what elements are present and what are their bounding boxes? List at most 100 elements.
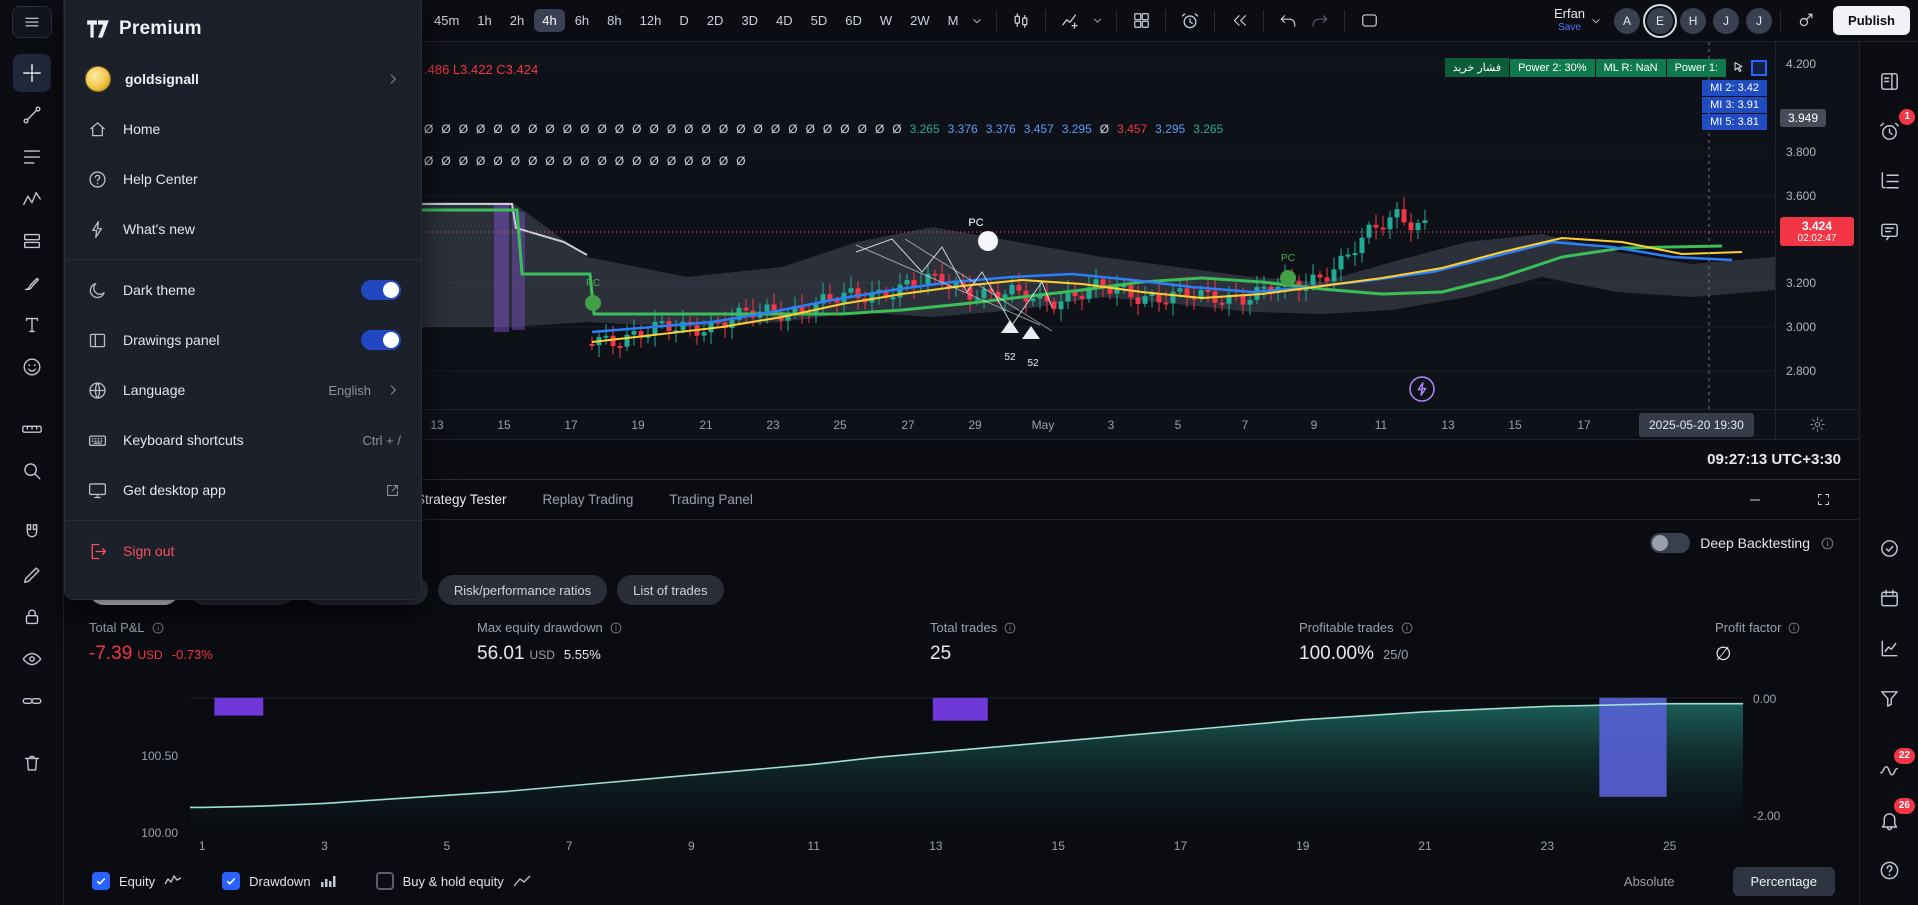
menu-item-drawings-panel[interactable]: Drawings panel bbox=[65, 315, 421, 365]
create-alert-button[interactable] bbox=[1174, 5, 1206, 37]
timeframe-1h[interactable]: 1h bbox=[469, 9, 499, 32]
chart-style-button[interactable] bbox=[1005, 5, 1037, 37]
panel-minimize-button[interactable] bbox=[1739, 484, 1771, 516]
eye-tool[interactable] bbox=[13, 640, 51, 678]
info-icon[interactable] bbox=[151, 621, 165, 635]
info-icon[interactable] bbox=[1003, 621, 1017, 635]
avatar-j-3[interactable]: J bbox=[1713, 8, 1739, 34]
bar-replay-button[interactable] bbox=[1223, 5, 1255, 37]
menu-item-sign-out[interactable]: Sign out bbox=[65, 526, 421, 576]
brush-tool[interactable] bbox=[13, 264, 51, 302]
timeframe-M[interactable]: M bbox=[940, 9, 967, 32]
timeframe-6D[interactable]: 6D bbox=[837, 9, 870, 32]
minds-button[interactable]: 22 bbox=[1870, 751, 1908, 789]
explore-ideas-button[interactable] bbox=[1789, 5, 1821, 37]
drawdown-checkbox[interactable]: Drawdown bbox=[222, 872, 335, 890]
timeframe-expand-button[interactable] bbox=[966, 5, 988, 37]
indicators-templates-button[interactable] bbox=[1086, 5, 1108, 37]
main-menu-button[interactable] bbox=[12, 6, 52, 38]
drawings-panel-toggle[interactable] bbox=[361, 330, 401, 350]
screener-button[interactable] bbox=[1870, 679, 1908, 717]
crosshair-tool[interactable] bbox=[13, 54, 51, 92]
timeframe-3D[interactable]: 3D bbox=[733, 9, 766, 32]
record-circle-button[interactable] bbox=[1870, 529, 1908, 567]
ruler-tool[interactable] bbox=[13, 410, 51, 448]
menu-item-language[interactable]: LanguageEnglish bbox=[65, 365, 421, 415]
help-button[interactable] bbox=[1870, 851, 1908, 889]
price-scale[interactable]: 3.424 02:02:47 4.2003.9493.8003.6003.200… bbox=[1775, 42, 1859, 409]
user-menu-button[interactable]: Erfan Save bbox=[1554, 7, 1585, 33]
trend-line-tool[interactable] bbox=[13, 96, 51, 134]
report-tab-list-of-trades[interactable]: List of trades bbox=[617, 575, 723, 605]
fib-lines-tool[interactable] bbox=[13, 138, 51, 176]
trash-tool[interactable] bbox=[13, 744, 51, 782]
menu-item-home[interactable]: Home bbox=[65, 104, 421, 154]
absolute-button[interactable]: Absolute bbox=[1624, 874, 1675, 889]
object-tree-button[interactable] bbox=[1870, 162, 1908, 200]
avatar-j-4[interactable]: J bbox=[1746, 8, 1772, 34]
timeframe-4D[interactable]: 4D bbox=[768, 9, 801, 32]
info-icon[interactable] bbox=[1787, 621, 1801, 635]
menu-item-what-s-new[interactable]: What's new bbox=[65, 204, 421, 254]
panel-maximize-button[interactable] bbox=[1807, 484, 1839, 516]
lock-tool[interactable] bbox=[13, 598, 51, 636]
alarm-button[interactable]: 1 bbox=[1870, 112, 1908, 150]
position-tool[interactable] bbox=[13, 222, 51, 260]
avatar-h-2[interactable]: H bbox=[1680, 8, 1706, 34]
indicators-button[interactable] bbox=[1054, 5, 1086, 37]
menu-item-get-desktop-app[interactable]: Get desktop app bbox=[65, 465, 421, 515]
deep-backtesting-toggle[interactable] bbox=[1650, 533, 1690, 553]
snapshot-button[interactable] bbox=[1353, 5, 1385, 37]
info-icon[interactable] bbox=[609, 621, 623, 635]
timeframe-2h[interactable]: 2h bbox=[502, 9, 532, 32]
report-tab-risk-performance-ratios[interactable]: Risk/performance ratios bbox=[438, 575, 607, 605]
menu-item-help-center[interactable]: Help Center bbox=[65, 154, 421, 204]
tab-trading-panel[interactable]: Trading Panel bbox=[669, 492, 753, 507]
notes-button[interactable] bbox=[1870, 212, 1908, 250]
zoom-tool[interactable] bbox=[13, 452, 51, 490]
pencil-tool[interactable] bbox=[13, 556, 51, 594]
pine-button[interactable] bbox=[1870, 629, 1908, 667]
info-icon[interactable] bbox=[1820, 536, 1835, 551]
time-tick: 15 bbox=[1508, 418, 1521, 432]
undo-button[interactable] bbox=[1272, 5, 1304, 37]
timeframe-6h[interactable]: 6h bbox=[567, 9, 597, 32]
bell-button[interactable]: 26 bbox=[1870, 801, 1908, 839]
equity-chart[interactable] bbox=[190, 688, 1743, 835]
menu-item-keyboard-shortcuts[interactable]: Keyboard shortcutsCtrl + / bbox=[65, 415, 421, 465]
pattern-tool[interactable] bbox=[13, 180, 51, 218]
redo-button[interactable] bbox=[1304, 5, 1336, 37]
percentage-button[interactable]: Percentage bbox=[1733, 867, 1836, 896]
layout-button[interactable] bbox=[1125, 5, 1157, 37]
tab-strategy-tester[interactable]: Strategy Tester bbox=[416, 492, 507, 507]
timeframe-8h[interactable]: 8h bbox=[599, 9, 629, 32]
account-menu-item[interactable]: goldsignall bbox=[65, 54, 421, 104]
timeframe-W[interactable]: W bbox=[872, 9, 900, 32]
user-menu-chevron[interactable] bbox=[1585, 5, 1607, 37]
link-tool[interactable] bbox=[13, 682, 51, 720]
magnet-tool[interactable] bbox=[13, 514, 51, 552]
avatar-e-1[interactable]: E bbox=[1647, 8, 1673, 34]
info-icon[interactable] bbox=[1400, 621, 1414, 635]
chart-settings-button[interactable] bbox=[1775, 410, 1859, 439]
menu-item-dark-theme[interactable]: Dark theme bbox=[65, 265, 421, 315]
selection-box-icon[interactable] bbox=[1751, 60, 1767, 76]
publish-button[interactable]: Publish bbox=[1833, 6, 1910, 35]
timeframe-4h[interactable]: 4h bbox=[534, 9, 564, 32]
text-tool[interactable] bbox=[13, 306, 51, 344]
tab-replay-trading[interactable]: Replay Trading bbox=[543, 492, 634, 507]
stat-unit: USD bbox=[137, 648, 162, 662]
calendar-button[interactable] bbox=[1870, 579, 1908, 617]
equity-checkbox[interactable]: Equity bbox=[92, 872, 182, 890]
timeframe-5D[interactable]: 5D bbox=[803, 9, 836, 32]
timeframe-12h[interactable]: 12h bbox=[632, 9, 670, 32]
buy-hold-equity-checkbox[interactable]: Buy & hold equity bbox=[376, 872, 531, 890]
avatar-a-0[interactable]: A bbox=[1614, 8, 1640, 34]
watchlist-button[interactable] bbox=[1870, 62, 1908, 100]
timeframe-D[interactable]: D bbox=[671, 9, 696, 32]
emoji-tool[interactable] bbox=[13, 348, 51, 386]
dark-theme-toggle[interactable] bbox=[361, 280, 401, 300]
timeframe-2D[interactable]: 2D bbox=[699, 9, 732, 32]
timeframe-2W[interactable]: 2W bbox=[902, 9, 938, 32]
timeframe-45m[interactable]: 45m bbox=[426, 9, 467, 32]
